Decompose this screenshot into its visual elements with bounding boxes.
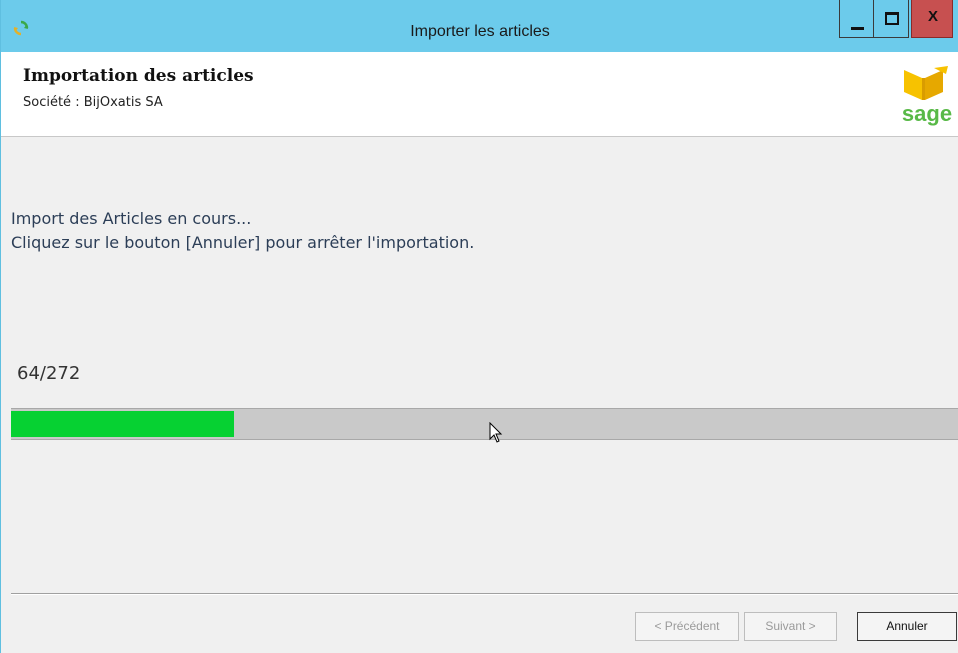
window-title: Importer les articles xyxy=(410,23,550,40)
previous-button[interactable]: < Précédent xyxy=(635,612,739,641)
mouse-pointer-icon xyxy=(489,422,503,443)
minimize-icon xyxy=(851,27,864,30)
import-dialog: Importer les articles X Importation des … xyxy=(0,0,958,653)
title-bar[interactable]: Importer les articles X xyxy=(1,0,958,52)
sage-logo: sage xyxy=(902,66,952,126)
next-button[interactable]: Suivant > xyxy=(744,612,837,641)
status-line-1: Import des Articles en cours... xyxy=(11,209,252,228)
progress-counter: 64/272 xyxy=(17,363,81,384)
sage-logo-text: sage xyxy=(902,101,952,126)
minimize-button[interactable] xyxy=(839,0,874,38)
progress-bar xyxy=(11,408,958,440)
page-title: Importation des articles xyxy=(23,66,254,86)
close-button[interactable]: X xyxy=(911,0,953,38)
status-line-2: Cliquez sur le bouton [Annuler] pour arr… xyxy=(11,233,475,252)
company-label: Société : BijOxatis SA xyxy=(23,95,163,110)
maximize-icon xyxy=(885,12,899,25)
cancel-button[interactable]: Annuler xyxy=(857,612,957,641)
wizard-header: Importation des articles Société : BijOx… xyxy=(1,52,958,137)
footer-divider xyxy=(11,593,958,595)
close-icon: X xyxy=(927,8,938,25)
progress-bar-fill xyxy=(11,411,234,437)
maximize-button[interactable] xyxy=(874,0,909,38)
